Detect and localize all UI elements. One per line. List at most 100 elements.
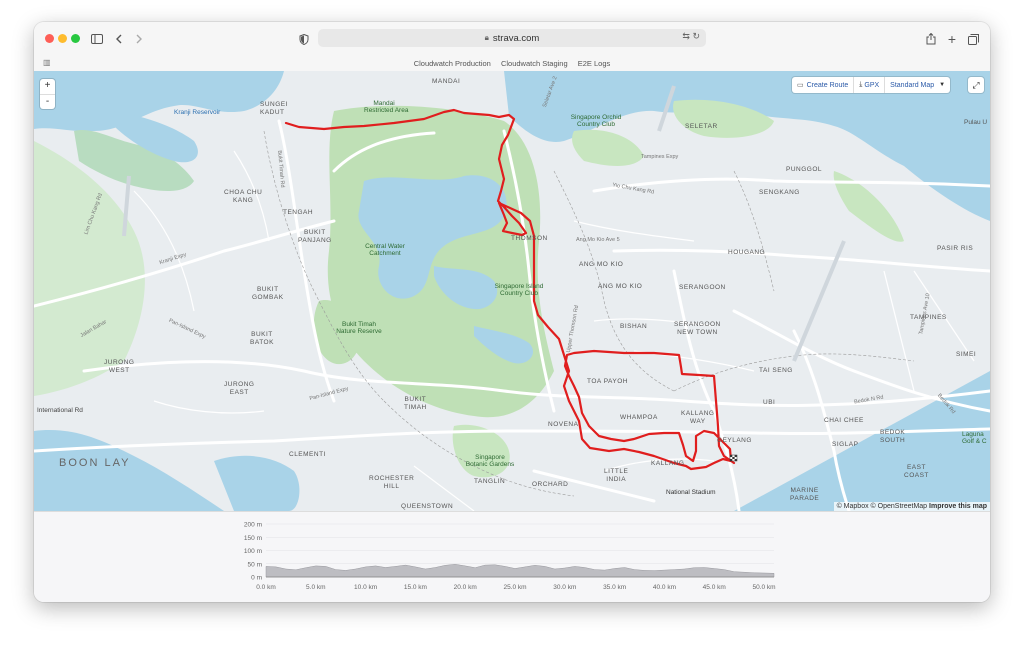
maximize-window-button[interactable] [71, 34, 80, 43]
label-national-stadium: National Stadium [666, 489, 716, 496]
orchid-club-green [572, 129, 644, 166]
label-choa-chu-kang: CHOA CHU KANG [224, 189, 263, 204]
label-simei: SIMEI [956, 351, 977, 358]
label-international-rd: International Rd [37, 407, 83, 414]
back-icon[interactable] [111, 31, 127, 47]
x-tick-label: 45.0 km [703, 584, 726, 591]
improve-map-link[interactable]: Improve this map [929, 503, 987, 510]
x-tick-label: 30.0 km [553, 584, 576, 591]
water-south [734, 371, 990, 511]
label-ang-mo-kio-2: ANG MO KIO [598, 283, 643, 290]
sidebar-icon[interactable] [89, 31, 105, 47]
create-route-button[interactable]: ▭ Create Route [792, 77, 855, 93]
label-little-india: LITTLE INDIA [604, 468, 629, 483]
water-jurong [214, 455, 300, 511]
address-bar[interactable]: 🔒︎ strava.com ⇆ ↻ [318, 29, 706, 47]
download-icon: ⤓ [859, 81, 863, 88]
route-map[interactable]: MANDAI Mandai Restricted Area SUNGEI KADUT… [34, 71, 990, 511]
label-bukit-batok: BUKIT BATOK [250, 331, 274, 346]
label-kallang-way: KALLANG WAY [681, 410, 715, 425]
url-text: strava.com [492, 32, 540, 44]
route-icon: ▭ [797, 82, 804, 89]
label-whampoa: WHAMPOA [620, 414, 658, 421]
osm-link[interactable]: © OpenStreetMap [871, 503, 928, 510]
privacy-shield-icon[interactable] [296, 31, 312, 47]
label-bedok-south: BEDOK SOUTH [880, 429, 906, 444]
label-sg-island-club: Singapore Island Country Club [494, 283, 544, 297]
label-kranji-reservoir: Kranji Reservoir [174, 109, 221, 116]
x-tick-label: 15.0 km [404, 584, 427, 591]
label-sengkang: SENGKANG [759, 189, 800, 196]
label-kallang: KALLANG [651, 460, 685, 467]
y-tick-label: 200 m [244, 522, 262, 529]
close-window-button[interactable] [45, 34, 54, 43]
browser-toolbar: 🔒︎ strava.com ⇆ ↻ + [34, 22, 990, 55]
label-pasir-ris: PASIR RIS [937, 245, 974, 252]
elevation-chart[interactable]: 200 m 150 m 100 m 50 m 0 m 0.0 km 5.0 km 10.0 k… [34, 511, 990, 602]
label-bukit-panjang: BUKIT PANJANG [298, 229, 332, 244]
finish-flag-icon [729, 454, 738, 462]
gpx-button[interactable]: ⤓ GPX [854, 77, 886, 93]
translate-reload-icons[interactable]: ⇆ ↻ [682, 31, 700, 42]
label-east-coast: EAST COAST [904, 464, 929, 479]
label-laguna: Laguna Golf & C [962, 431, 987, 445]
minimize-window-button[interactable] [58, 34, 67, 43]
forward-icon[interactable] [131, 31, 147, 47]
y-tick-label: 100 m [244, 548, 262, 555]
tab-overview-icon[interactable] [965, 31, 981, 47]
label-pulau: Pulau U [964, 119, 988, 126]
y-tick-label: 50 m [248, 561, 262, 568]
label-marine-parade: MARINE PARADE [790, 487, 820, 502]
label-tai-seng: TAI SENG [759, 367, 793, 374]
elevation-chart-svg: 200 m 150 m 100 m 50 m 0 m 0.0 km 5.0 km 10.0 k… [244, 522, 776, 592]
bookmark-cloudwatch-staging[interactable]: Cloudwatch Staging [501, 59, 568, 68]
browser-window: 🔒︎ strava.com ⇆ ↻ + ▥ Cloudwatch Product… [34, 22, 990, 602]
label-bishan: BISHAN [620, 323, 648, 330]
label-amk-ave5: Ang Mo Kio Ave 5 [576, 237, 620, 243]
label-punggol: PUNGGOL [786, 166, 823, 173]
label-jurong-west: JURONG WEST [104, 359, 135, 374]
gpx-label: GPX [864, 81, 880, 89]
label-queenstown: QUEENSTOWN [401, 503, 454, 510]
bookmarks-bar: ▥ Cloudwatch Production Cloudwatch Stagi… [34, 55, 990, 72]
label-orchard: ORCHARD [532, 481, 569, 488]
new-tab-icon[interactable]: + [944, 31, 960, 47]
share-icon[interactable] [923, 31, 939, 47]
y-tick-label: 0 m [251, 575, 262, 582]
label-siglap: SIGLAP [832, 441, 859, 448]
label-serangoon: SERANGOON [679, 284, 726, 291]
label-botanic-gardens: Singapore Botanic Gardens [465, 454, 515, 468]
label-mandai-restricted: Mandai Restricted Area [364, 100, 409, 114]
fullscreen-icon[interactable]: ⤢ [968, 77, 984, 93]
label-geylang: GEYLANG [717, 437, 752, 444]
label-toa-payoh: TOA PAYOH [587, 378, 628, 385]
label-mandai: MANDAI [432, 78, 461, 85]
label-chai-chee: CHAI CHEE [824, 417, 864, 424]
x-tick-label: 25.0 km [503, 584, 526, 591]
x-tick-label: 40.0 km [653, 584, 676, 591]
y-tick-label: 150 m [244, 535, 262, 542]
label-rochester-hill: ROCHESTER HILL [369, 475, 415, 490]
x-tick-label: 5.0 km [306, 584, 326, 591]
map-style-label: Standard Map [890, 81, 935, 89]
map-style-dropdown[interactable]: Standard Map ▼ [885, 77, 950, 93]
label-orchid-country-club: Singapore Orchid Country Club [570, 114, 622, 128]
label-seletar: SELETAR [685, 123, 718, 130]
label-boon-lay: BOON LAY [59, 457, 131, 469]
zoom-control: + - [40, 79, 55, 109]
zoom-in-button[interactable]: + [40, 79, 55, 95]
zoom-out-button[interactable]: - [40, 95, 55, 110]
map-attribution: © Mapbox © OpenStreetMap Improve this ma… [833, 502, 990, 511]
label-tanglin: TANGLIN [474, 478, 506, 485]
bookmark-cloudwatch-production[interactable]: Cloudwatch Production [414, 59, 491, 68]
label-novena: NOVENA [548, 421, 579, 428]
x-tick-label: 0.0 km [256, 584, 276, 591]
label-thomson: THOMSON [511, 235, 548, 242]
label-tampines-expy: Tampines Expy [641, 154, 679, 160]
caret-down-icon: ▼ [939, 82, 946, 88]
create-route-label: Create Route [806, 81, 849, 89]
map-controls: ▭ Create Route ⤓ GPX Standard Map ▼ [792, 77, 951, 93]
label-ubi: UBI [763, 399, 776, 406]
mapbox-link[interactable]: © Mapbox [837, 503, 869, 510]
bookmark-e2e-logs[interactable]: E2E Logs [578, 59, 611, 68]
